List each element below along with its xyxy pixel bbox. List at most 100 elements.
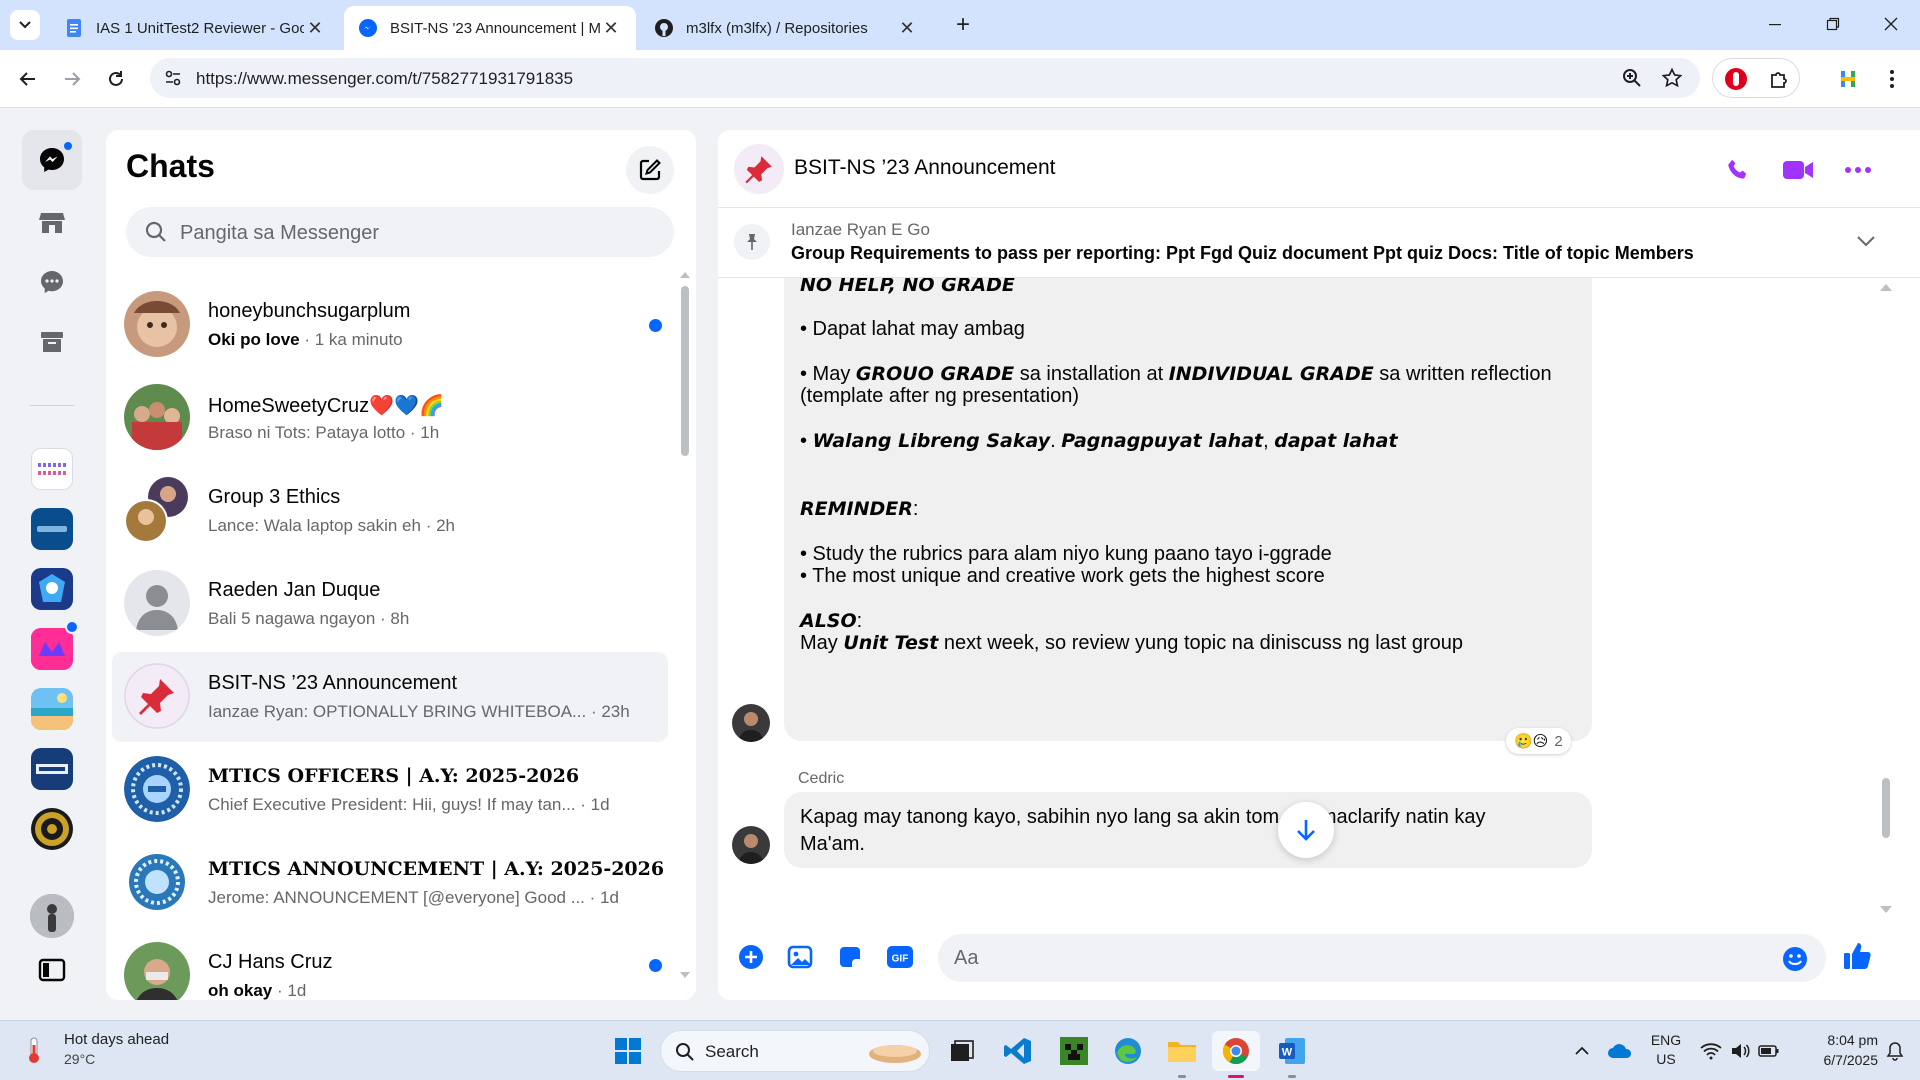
- rail-community-avatar[interactable]: [31, 448, 73, 490]
- more-actions-button[interactable]: [738, 944, 764, 970]
- message-input[interactable]: Aa: [938, 934, 1826, 982]
- scroll-up-arrow-icon[interactable]: [1880, 282, 1892, 292]
- minecraft-button[interactable]: [1054, 1031, 1094, 1071]
- extensions-button[interactable]: [1764, 63, 1796, 95]
- file-explorer-button[interactable]: [1162, 1031, 1202, 1078]
- close-tab-icon[interactable]: ✕: [600, 17, 622, 39]
- minimize-button[interactable]: [1752, 8, 1798, 40]
- rail-community-avatar[interactable]: [31, 620, 79, 670]
- voice-call-button[interactable]: [1718, 150, 1758, 190]
- rail-archive-button[interactable]: [22, 312, 82, 372]
- clock[interactable]: 8:04 pm 6/7/2025: [1792, 1030, 1879, 1070]
- conversation-row[interactable]: honeybunchsugarplum Oki po love · 1 ka m…: [112, 280, 668, 370]
- message-bubble[interactable]: Kapag may tanong kayo, sabihin nyo lang …: [784, 792, 1592, 868]
- conversation-row[interactable]: MTICS OFFICERS | A.Y: 2025-2026 Chief Ex…: [112, 745, 668, 835]
- tab-messenger[interactable]: BSIT-NS '23 Announcement | M ✕: [344, 6, 636, 50]
- pinned-message-bar[interactable]: Ianzae Ryan E Go Group Requirements to p…: [718, 208, 1920, 278]
- close-window-button[interactable]: [1868, 8, 1914, 40]
- sidebar-icon: [38, 958, 66, 982]
- word-button[interactable]: W: [1272, 1031, 1312, 1078]
- attach-photo-button[interactable]: [787, 944, 813, 970]
- rail-marketplace-button[interactable]: [22, 192, 82, 252]
- search-input[interactable]: Pangita sa Messenger: [126, 207, 674, 257]
- edge-button[interactable]: [1108, 1031, 1148, 1071]
- arrow-down-icon: [1297, 820, 1315, 841]
- weather-widget[interactable]: Hot days ahead 29°C: [18, 1029, 198, 1073]
- archive-box-icon: [41, 332, 63, 352]
- address-bar[interactable]: https://www.messenger.com/t/758277193179…: [150, 58, 1700, 98]
- sticker-button[interactable]: [837, 944, 863, 970]
- tab-title: m3lfx (m3lfx) / Repositories: [686, 19, 868, 37]
- tab-docs[interactable]: IAS 1 UnitTest2 Reviewer - Goo ✕: [50, 6, 340, 50]
- show-hidden-icons-button[interactable]: [1562, 1031, 1602, 1071]
- rail-community-avatar[interactable]: [31, 808, 73, 850]
- conversation-row[interactable]: MTICS ANNOUNCEMENT | A.Y: 2025-2026 Jero…: [112, 838, 668, 928]
- rail-community-avatar[interactable]: [31, 748, 73, 790]
- vscode-button[interactable]: [998, 1031, 1038, 1071]
- conversation-name: CJ Hans Cruz: [208, 951, 333, 973]
- chrome-button[interactable]: [1212, 1031, 1260, 1078]
- adblock-extension-button[interactable]: [1720, 63, 1752, 95]
- profile-extension-button[interactable]: [1832, 63, 1864, 95]
- message-line: • Dapat lahat may ambag: [800, 318, 1025, 340]
- rail-community-avatar[interactable]: [31, 508, 73, 550]
- notifications-button[interactable]: [1880, 1031, 1910, 1071]
- new-tab-button[interactable]: +: [948, 10, 978, 40]
- reload-button[interactable]: [100, 63, 132, 95]
- zoom-icon[interactable]: [1622, 68, 1642, 88]
- chats-scrollbar[interactable]: [680, 270, 690, 990]
- bookmark-star-icon[interactable]: [1662, 68, 1682, 88]
- like-button[interactable]: [1842, 940, 1874, 972]
- tab-search-button[interactable]: [10, 10, 40, 40]
- pinned-author: Ianzae Ryan E Go: [791, 220, 930, 239]
- conversation-title[interactable]: BSIT-NS ’23 Announcement: [794, 156, 1056, 180]
- system-tray-quick-settings[interactable]: [1700, 1039, 1784, 1063]
- close-tab-icon[interactable]: ✕: [896, 17, 918, 39]
- sender-avatar[interactable]: [732, 826, 770, 864]
- conversation-row[interactable]: HomeSweetyCruz❤️💙🌈 Braso ni Tots: Pataya…: [112, 373, 668, 463]
- task-view-button[interactable]: [942, 1031, 982, 1071]
- rail-profile-avatar[interactable]: [30, 894, 74, 938]
- avatar: [124, 291, 190, 357]
- start-button[interactable]: [608, 1031, 648, 1071]
- video-call-button[interactable]: [1776, 150, 1820, 190]
- scroll-down-arrow-icon[interactable]: [1880, 905, 1892, 915]
- conversation-row[interactable]: CJ Hans Cruz oh okay · 1d: [112, 931, 668, 1000]
- sender-avatar[interactable]: [732, 704, 770, 742]
- forward-button[interactable]: [56, 63, 88, 95]
- conversation-row[interactable]: Group 3 Ethics Lance: Wala laptop sakin …: [112, 466, 668, 556]
- new-message-button[interactable]: [626, 146, 674, 194]
- chevron-down-icon[interactable]: [1856, 234, 1876, 248]
- group-avatar[interactable]: [734, 144, 784, 194]
- emoji-icon[interactable]: [1782, 946, 1808, 972]
- rail-community-avatar[interactable]: [31, 568, 73, 610]
- close-icon: [1884, 17, 1898, 31]
- conversation-panel: BSIT-NS ’23 Announcement Ianzae Ryan E G…: [718, 130, 1920, 1000]
- tab-github[interactable]: m3lfx (m3lfx) / Repositories ✕: [640, 6, 932, 50]
- scrollbar-thumb[interactable]: [681, 286, 689, 456]
- site-info-icon[interactable]: [164, 69, 182, 87]
- scrollbar-thumb[interactable]: [1882, 778, 1890, 838]
- onedrive-button[interactable]: [1600, 1031, 1640, 1071]
- language-indicator[interactable]: ENG US: [1646, 1031, 1686, 1069]
- browser-menu-button[interactable]: [1876, 63, 1908, 95]
- conversation-row-selected[interactable]: BSIT-NS ’23 Announcement Ianzae Ryan: OP…: [112, 652, 668, 742]
- gif-button[interactable]: GIF: [886, 944, 914, 970]
- message-line: (template after ng presentation): [800, 385, 1080, 407]
- restore-button[interactable]: [1810, 8, 1856, 40]
- url-text[interactable]: https://www.messenger.com/t/758277193179…: [196, 69, 573, 89]
- rail-chats-button[interactable]: [22, 130, 82, 190]
- message-bubble[interactable]: NO HELP, NO GRADE • Dapat lahat may amba…: [784, 278, 1592, 741]
- message-reactions[interactable]: 🥲😥 2: [1506, 728, 1571, 754]
- rail-requests-button[interactable]: [22, 252, 82, 312]
- scroll-to-bottom-button[interactable]: [1278, 802, 1334, 858]
- rail-community-avatar[interactable]: [31, 688, 73, 730]
- conversation-row[interactable]: Raeden Jan Duque Bali 5 nagawa ngayon · …: [112, 559, 668, 649]
- thumbs-up-icon: [1844, 943, 1871, 969]
- taskbar-search[interactable]: Search: [660, 1030, 930, 1072]
- conversation-info-button[interactable]: [1838, 150, 1878, 190]
- windows-logo-icon: [615, 1038, 641, 1064]
- toggle-sidebar-button[interactable]: [22, 944, 82, 996]
- close-tab-icon[interactable]: ✕: [304, 17, 326, 39]
- back-button[interactable]: [12, 63, 44, 95]
